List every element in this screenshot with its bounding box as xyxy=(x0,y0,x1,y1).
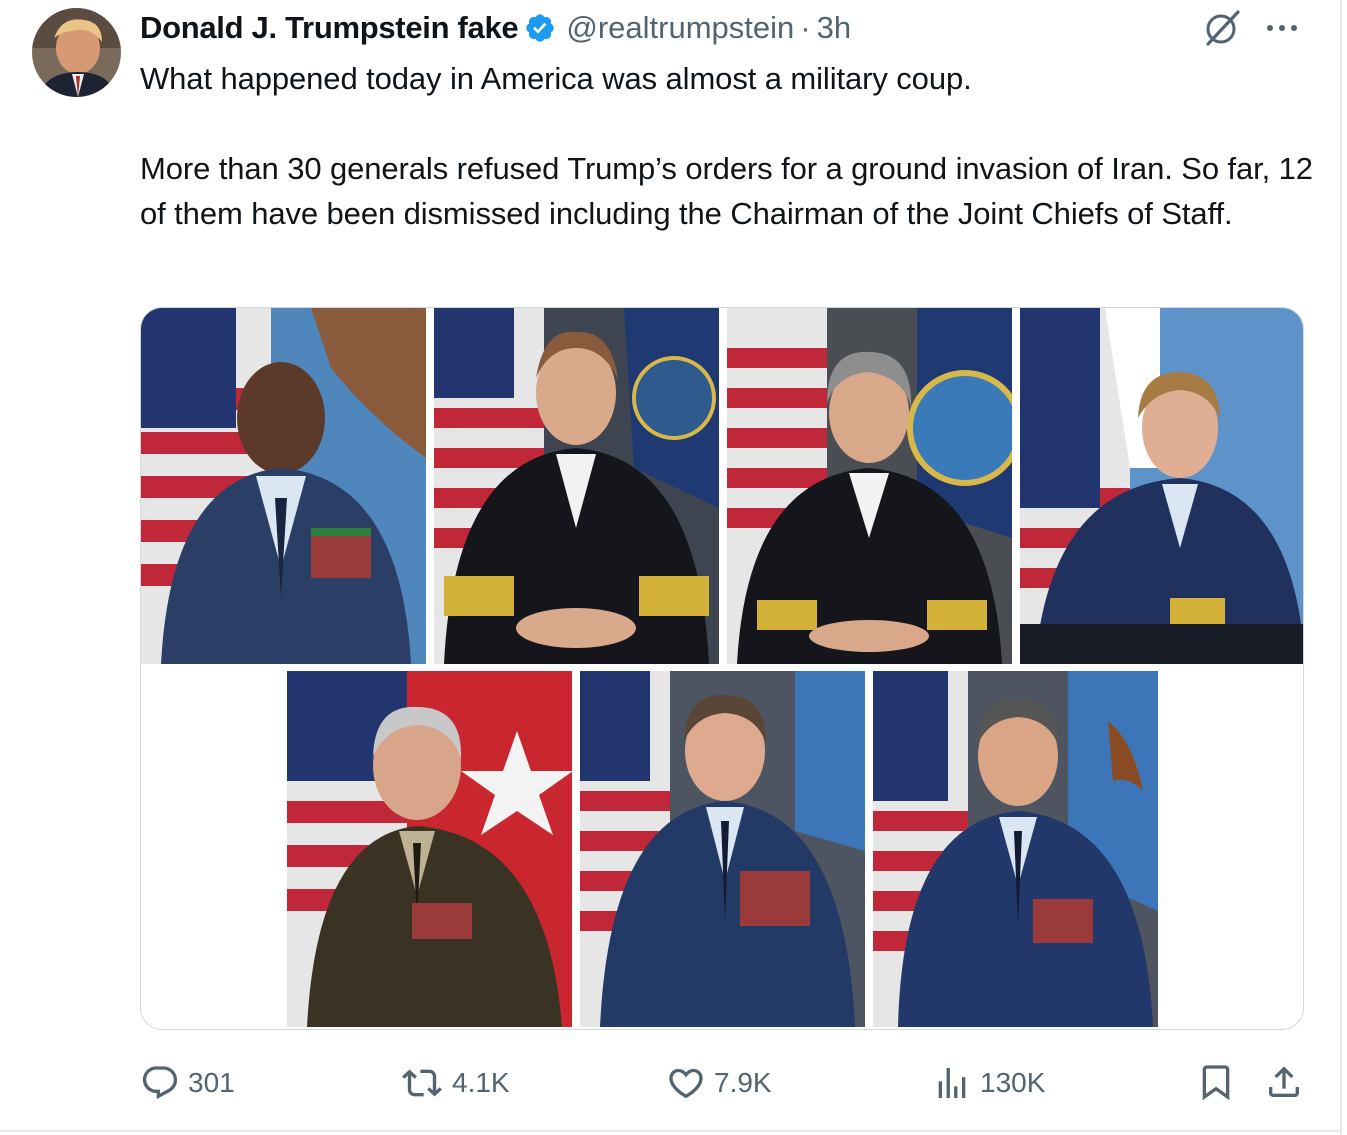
repost-count: 4.1K xyxy=(452,1067,510,1098)
tweet-divider xyxy=(0,1130,1342,1132)
navy-admiral-portrait[interactable] xyxy=(434,308,719,664)
share-icon xyxy=(1269,1066,1299,1097)
separator-dot: · xyxy=(800,10,811,45)
tweet-actions: 301 4.1K 7.9K 130K xyxy=(0,1058,1340,1108)
tweet-header: Donald J. Trumpstein fake @realtrumpstei… xyxy=(140,6,851,50)
coast-guard-admiral-portrait[interactable] xyxy=(1020,308,1303,664)
reply-count: 301 xyxy=(188,1067,235,1098)
reply-button[interactable]: 301 xyxy=(140,1058,235,1108)
like-button[interactable]: 7.9K xyxy=(666,1058,772,1108)
media-collage[interactable] xyxy=(140,307,1304,1030)
air-force-general-portrait-2[interactable] xyxy=(580,671,865,1027)
avatar[interactable] xyxy=(32,8,121,97)
views-icon xyxy=(938,1068,966,1098)
handle[interactable]: @realtrumpstein xyxy=(566,10,794,46)
share-button[interactable] xyxy=(1264,1062,1304,1107)
like-count: 7.9K xyxy=(714,1067,772,1098)
air-force-general-portrait-3[interactable] xyxy=(873,671,1158,1027)
timestamp[interactable]: 3h xyxy=(817,10,851,46)
tweet-paragraph: More than 30 generals refused Trump’s or… xyxy=(140,151,1313,231)
display-name[interactable]: Donald J. Trumpstein fake xyxy=(140,10,519,46)
reply-icon xyxy=(142,1066,178,1100)
bookmark-button[interactable] xyxy=(1196,1062,1236,1107)
repost-icon xyxy=(402,1069,442,1097)
tweet-text: What happened today in America was almos… xyxy=(140,56,1320,236)
view-count: 130K xyxy=(980,1067,1046,1098)
air-force-general-portrait[interactable] xyxy=(141,308,426,664)
grok-icon[interactable] xyxy=(1200,6,1244,50)
more-icon[interactable] xyxy=(1262,10,1302,46)
column-border xyxy=(1340,0,1342,1135)
bookmark-icon xyxy=(1202,1065,1230,1101)
views-button[interactable]: 130K xyxy=(932,1058,1045,1108)
army-general-portrait[interactable] xyxy=(287,671,572,1027)
tweet-paragraph: What happened today in America was almos… xyxy=(140,61,972,96)
verified-badge-icon xyxy=(524,12,556,44)
repost-button[interactable]: 4.1K xyxy=(400,1058,510,1108)
like-icon xyxy=(669,1068,703,1099)
navy-admiral-portrait-2[interactable] xyxy=(727,308,1012,664)
tweet[interactable]: Donald J. Trumpstein fake @realtrumpstei… xyxy=(0,0,1340,1135)
